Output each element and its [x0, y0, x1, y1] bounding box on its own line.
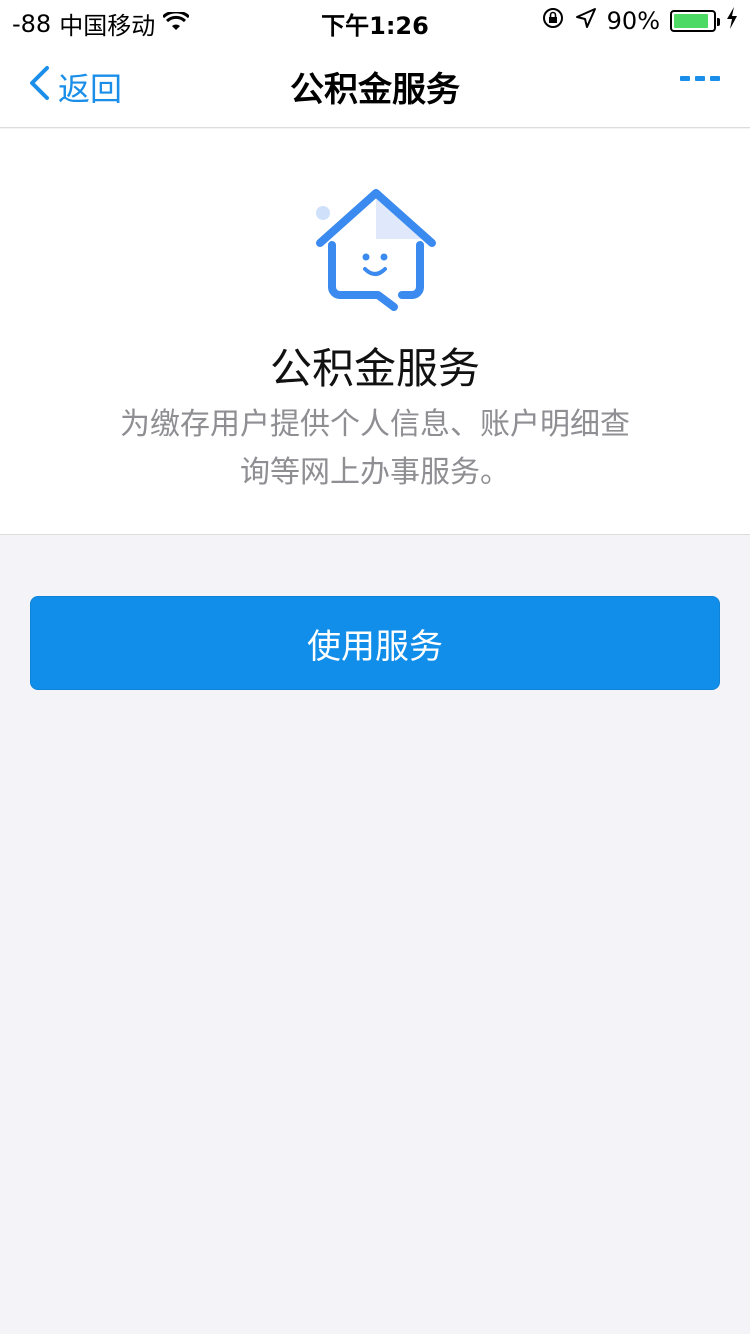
charging-icon	[726, 7, 738, 35]
battery-icon	[670, 10, 720, 32]
battery-fill	[674, 14, 709, 28]
more-dot-icon	[695, 76, 705, 81]
status-right: 90%	[541, 6, 738, 36]
page-title: 公积金服务	[290, 70, 460, 110]
location-icon	[575, 7, 597, 35]
more-menu-button[interactable]	[680, 76, 720, 81]
status-bar: -88 中国移动 下午1:26 90%	[0, 0, 750, 40]
more-dot-icon	[710, 76, 720, 81]
service-title: 公积金服务	[269, 344, 480, 393]
battery-percent: 90%	[606, 7, 660, 35]
house-smile-icon	[308, 187, 438, 311]
use-service-button[interactable]: 使用服务	[30, 596, 720, 690]
nav-bar: 返回 公积金服务	[0, 40, 750, 128]
service-info-card: 公积金服务 为缴存用户提供个人信息、账户明细查询等网上办事服务。	[0, 129, 750, 535]
service-description: 为缴存用户提供个人信息、账户明细查询等网上办事服务。	[120, 407, 630, 490]
rotation-lock-icon	[541, 6, 565, 36]
more-dot-icon	[680, 76, 690, 81]
